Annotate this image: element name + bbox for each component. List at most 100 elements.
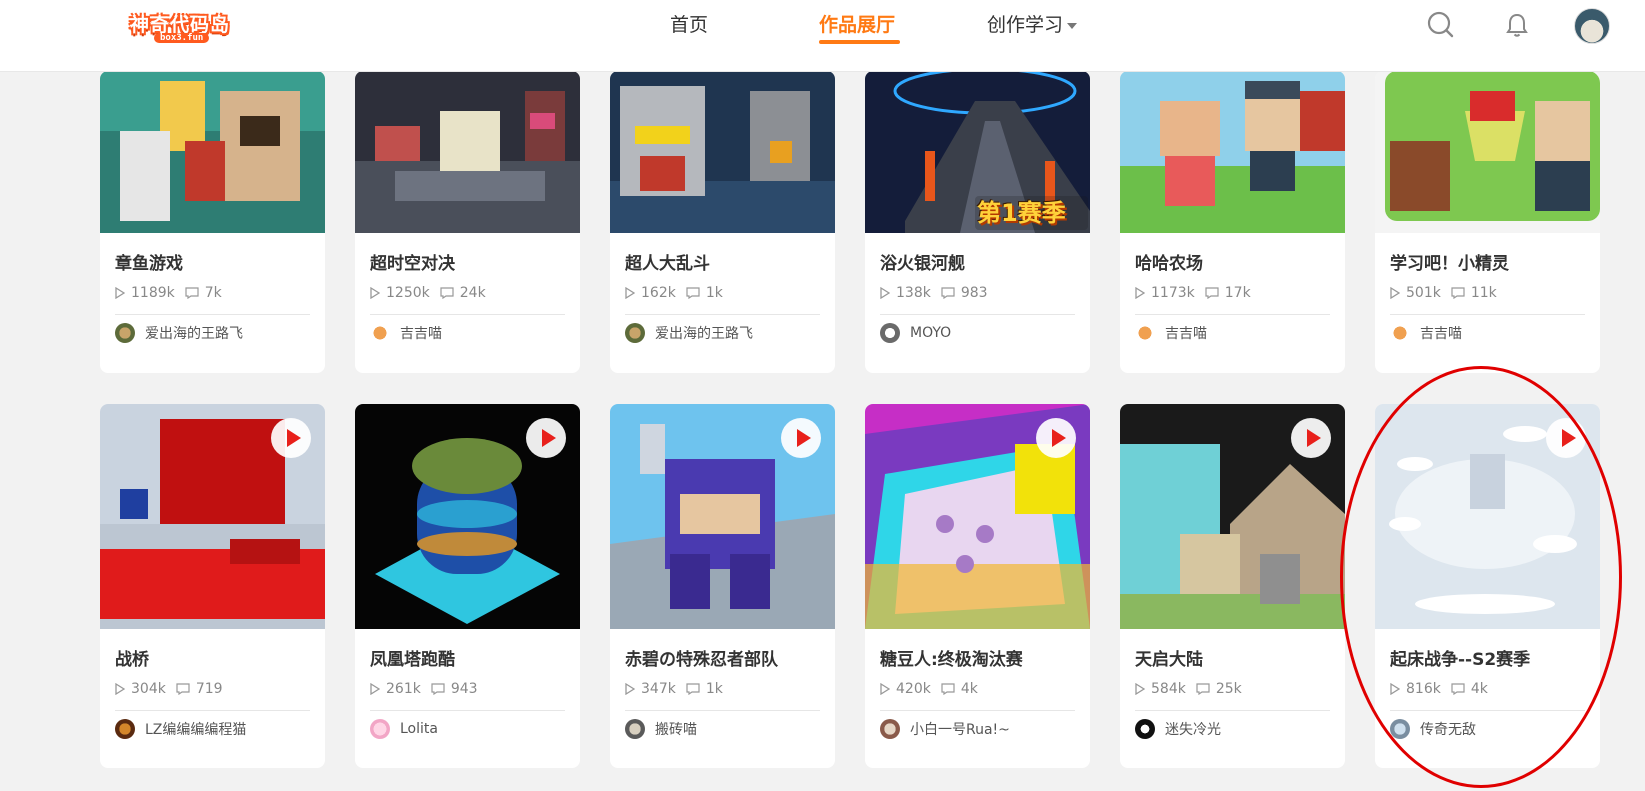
author-name: LZ编编编编程猫 bbox=[145, 722, 247, 738]
comment-icon bbox=[176, 683, 190, 695]
comment-icon bbox=[1451, 287, 1465, 299]
author-avatar bbox=[1135, 323, 1155, 343]
project-card[interactable]: 章鱼游戏 1189k 7k 爱出海的王路飞 bbox=[100, 71, 325, 373]
comment-count: 1k bbox=[705, 681, 723, 697]
play-count: 304k bbox=[131, 681, 166, 697]
card-divider bbox=[1390, 314, 1585, 315]
bell-icon[interactable] bbox=[1502, 10, 1532, 40]
card-divider bbox=[625, 314, 820, 315]
comment-count: 7k bbox=[204, 285, 222, 301]
project-author[interactable]: 吉吉喵 bbox=[370, 323, 442, 343]
project-thumbnail bbox=[1375, 71, 1600, 233]
project-author[interactable]: Lolita bbox=[370, 719, 438, 739]
user-avatar[interactable] bbox=[1574, 8, 1610, 44]
play-video-button[interactable] bbox=[781, 418, 821, 458]
play-count: 1250k bbox=[386, 285, 430, 301]
project-card[interactable]: 哈哈农场 1173k 17k 吉吉喵 bbox=[1120, 71, 1345, 373]
project-card[interactable]: 糖豆人:终极淘汰赛 420k 4k 小白一号Rua!~ bbox=[865, 404, 1090, 768]
author-name: 爱出海的王路飞 bbox=[655, 326, 753, 342]
project-author[interactable]: 迷失冷光 bbox=[1135, 719, 1221, 739]
top-navbar: 神奇代码岛 box3.fun 首页 作品展厅 创作学习 bbox=[0, 0, 1645, 72]
project-stats: 1250k 24k bbox=[370, 285, 486, 301]
play-count-icon bbox=[625, 683, 635, 695]
play-video-button[interactable] bbox=[1036, 418, 1076, 458]
author-name: Lolita bbox=[400, 721, 438, 737]
play-video-button[interactable] bbox=[1546, 418, 1586, 458]
nav-home[interactable]: 首页 bbox=[670, 10, 708, 37]
play-count-icon bbox=[115, 683, 125, 695]
comment-icon bbox=[431, 683, 445, 695]
play-video-button[interactable] bbox=[1291, 418, 1331, 458]
project-author[interactable]: 吉吉喵 bbox=[1135, 323, 1207, 343]
comment-icon bbox=[1196, 683, 1210, 695]
author-name: 小白一号Rua!~ bbox=[910, 722, 1010, 738]
author-name: 吉吉喵 bbox=[1165, 326, 1207, 342]
site-logo[interactable]: 神奇代码岛 box3.fun bbox=[124, 6, 244, 48]
comment-count: 11k bbox=[1470, 285, 1497, 301]
project-card[interactable]: 凤凰塔跑酷 261k 943 Lolita bbox=[355, 404, 580, 768]
author-avatar bbox=[1135, 719, 1155, 739]
project-title: 章鱼游戏 bbox=[115, 254, 183, 274]
comment-count: 17k bbox=[1224, 285, 1251, 301]
card-divider bbox=[1390, 710, 1585, 711]
search-icon[interactable] bbox=[1426, 10, 1456, 40]
project-title: 天启大陆 bbox=[1135, 650, 1203, 670]
play-count-icon bbox=[1390, 683, 1400, 695]
play-count-icon bbox=[370, 287, 380, 299]
project-card[interactable]: 学习吧！小精灵 501k 11k 吉吉喵 bbox=[1375, 71, 1600, 373]
project-card[interactable]: 超时空对决 1250k 24k 吉吉喵 bbox=[355, 71, 580, 373]
card-divider bbox=[370, 710, 565, 711]
play-video-button[interactable] bbox=[526, 418, 566, 458]
comment-icon bbox=[440, 287, 454, 299]
author-avatar bbox=[370, 323, 390, 343]
play-video-button[interactable] bbox=[271, 418, 311, 458]
project-author[interactable]: MOYO bbox=[880, 323, 951, 343]
project-author[interactable]: 吉吉喵 bbox=[1390, 323, 1462, 343]
author-name: 搬砖喵 bbox=[655, 722, 697, 738]
project-card[interactable]: 第1赛季 浴火银河舰 138k 983 MOYO bbox=[865, 71, 1090, 373]
comment-count: 943 bbox=[450, 681, 478, 697]
project-stats: 501k 11k bbox=[1390, 285, 1497, 301]
nav-gallery[interactable]: 作品展厅 bbox=[819, 10, 895, 37]
season-badge: 第1赛季 bbox=[977, 199, 1066, 227]
author-avatar bbox=[115, 719, 135, 739]
project-title: 战桥 bbox=[115, 650, 149, 670]
project-thumbnail bbox=[100, 71, 325, 233]
project-card[interactable]: 天启大陆 584k 25k 迷失冷光 bbox=[1120, 404, 1345, 768]
project-title: 糖豆人:终极淘汰赛 bbox=[880, 650, 1023, 670]
play-count: 1173k bbox=[1151, 285, 1195, 301]
play-count-icon bbox=[1390, 287, 1400, 299]
play-count-icon bbox=[880, 683, 890, 695]
author-name: 吉吉喵 bbox=[1420, 326, 1462, 342]
project-stats: 1189k 7k bbox=[115, 285, 222, 301]
project-card[interactable]: 赤碧の特殊忍者部队 347k 1k 搬砖喵 bbox=[610, 404, 835, 768]
author-name: 传奇无敌 bbox=[1420, 722, 1476, 738]
play-count: 816k bbox=[1406, 681, 1441, 697]
nav-learn-label: 创作学习 bbox=[987, 14, 1064, 36]
project-card[interactable]: 起床战争--S2赛季 816k 4k 传奇无敌 bbox=[1375, 404, 1600, 768]
card-divider bbox=[115, 314, 310, 315]
project-author[interactable]: 爱出海的王路飞 bbox=[115, 323, 243, 343]
play-count-icon bbox=[115, 287, 125, 299]
nav-learn[interactable]: 创作学习 bbox=[987, 10, 1078, 37]
author-avatar bbox=[625, 719, 645, 739]
project-author[interactable]: 小白一号Rua!~ bbox=[880, 719, 1010, 739]
project-card[interactable]: 超人大乱斗 162k 1k 爱出海的王路飞 bbox=[610, 71, 835, 373]
project-card[interactable]: 战桥 304k 719 LZ编编编编程猫 bbox=[100, 404, 325, 768]
project-stats: 261k 943 bbox=[370, 681, 478, 697]
author-avatar bbox=[370, 719, 390, 739]
card-divider bbox=[1135, 710, 1330, 711]
author-avatar bbox=[880, 719, 900, 739]
author-name: 吉吉喵 bbox=[400, 326, 442, 342]
play-count: 162k bbox=[641, 285, 676, 301]
project-author[interactable]: 搬砖喵 bbox=[625, 719, 697, 739]
comment-count: 719 bbox=[195, 681, 223, 697]
project-author[interactable]: 传奇无敌 bbox=[1390, 719, 1476, 739]
author-name: 迷失冷光 bbox=[1165, 722, 1221, 738]
comment-count: 24k bbox=[459, 285, 486, 301]
project-author[interactable]: LZ编编编编程猫 bbox=[115, 719, 246, 739]
play-count-icon bbox=[880, 287, 890, 299]
project-author[interactable]: 爱出海的王路飞 bbox=[625, 323, 753, 343]
play-count-icon bbox=[1135, 287, 1145, 299]
project-stats: 304k 719 bbox=[115, 681, 223, 697]
